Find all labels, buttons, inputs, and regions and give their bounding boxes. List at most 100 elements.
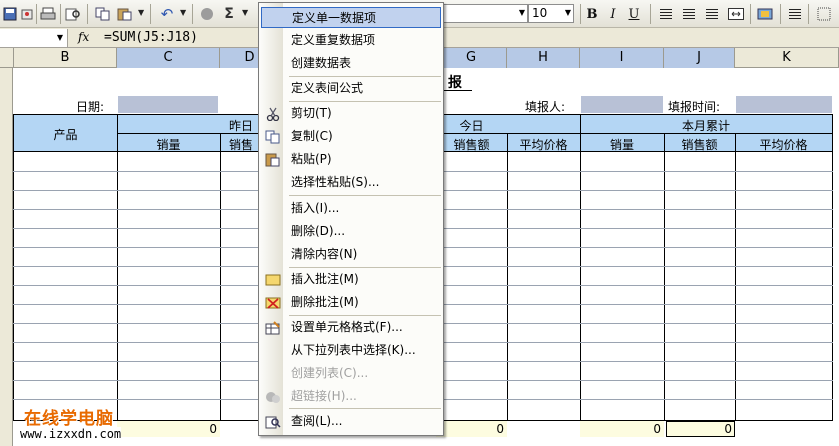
- column-header-j[interactable]: J: [664, 48, 735, 68]
- font-name-box[interactable]: ▼: [444, 4, 528, 23]
- paste-icon: [265, 152, 281, 167]
- menu-create-datatable[interactable]: 创建数据表: [261, 53, 441, 74]
- align-left-icon[interactable]: [657, 5, 675, 23]
- reporter-label: 填报人:: [525, 100, 566, 114]
- menu-paste[interactable]: 粘贴(P): [261, 149, 441, 170]
- context-menu: 定义单一数据项 定义重复数据项 创建数据表 定义表间公式 剪切(T) 复制(C)…: [258, 2, 444, 436]
- menu-item-label: 定义表间公式: [291, 81, 364, 95]
- column-header-c[interactable]: C: [117, 48, 220, 68]
- scissors-icon: [265, 106, 281, 121]
- menu-item-label: 创建列表(C)...: [291, 366, 369, 380]
- report-time-input-cell[interactable]: [736, 96, 832, 113]
- format-cells-icon: [265, 320, 281, 335]
- menu-delete[interactable]: 删除(D)...: [261, 221, 441, 242]
- menu-separator: [289, 408, 441, 409]
- menu-separator: [289, 101, 441, 102]
- copy-icon: [265, 129, 281, 144]
- merge-center-icon[interactable]: [727, 5, 745, 23]
- save-icon[interactable]: [1, 5, 19, 23]
- undo-icon[interactable]: ↶: [158, 5, 176, 23]
- menu-separator: [289, 315, 441, 316]
- paste-icon[interactable]: [116, 5, 134, 23]
- borders-icon[interactable]: [815, 5, 833, 23]
- menu-paste-special[interactable]: 选择性粘贴(S)...: [261, 172, 441, 193]
- delete-comment-icon: [265, 295, 281, 310]
- report-time-label: 填报时间:: [668, 100, 721, 114]
- formula-input[interactable]: =SUM(J5:J18): [104, 30, 198, 45]
- menu-insert[interactable]: 插入(I)...: [261, 198, 441, 219]
- align-center-icon[interactable]: [680, 5, 698, 23]
- table-divider-j: [664, 133, 665, 421]
- menu-define-inter-table-formula[interactable]: 定义表间公式: [261, 78, 441, 99]
- menu-define-repeat-item[interactable]: 定义重复数据项: [261, 30, 441, 51]
- menu-insert-comment[interactable]: 插入批注(M): [261, 269, 441, 290]
- menu-lookup[interactable]: 查阅(L)...: [261, 411, 441, 432]
- currency-icon[interactable]: [756, 5, 774, 23]
- menu-delete-comment[interactable]: 删除批注(M): [261, 292, 441, 313]
- date-input-cell[interactable]: [118, 96, 218, 113]
- report-title: 报: [448, 75, 462, 91]
- chevron-down-icon[interactable]: ▼: [57, 33, 63, 42]
- menu-item-label: 从下拉列表中选择(K)...: [291, 343, 416, 357]
- table-divider-k: [735, 133, 736, 421]
- autosum-icon[interactable]: Σ: [220, 5, 238, 23]
- insert-comment-icon: [265, 272, 281, 287]
- column-header-i[interactable]: I: [580, 48, 664, 68]
- column-header-h[interactable]: H: [507, 48, 580, 68]
- decrease-indent-icon[interactable]: [786, 5, 804, 23]
- bold-button[interactable]: B: [583, 5, 601, 23]
- align-right-icon[interactable]: [703, 5, 721, 23]
- table-border-right: [832, 114, 833, 421]
- reporter-input-cell[interactable]: [581, 96, 663, 113]
- menu-item-label: 超链接(H)...: [291, 389, 357, 403]
- underline-button[interactable]: U: [625, 5, 643, 23]
- menu-cut[interactable]: 剪切(T): [261, 103, 441, 124]
- menu-separator: [289, 195, 441, 196]
- undo-dropdown-icon[interactable]: ▼: [180, 8, 186, 17]
- menu-separator: [289, 76, 441, 77]
- menu-define-single-item[interactable]: 定义单一数据项: [261, 7, 441, 28]
- permission-icon[interactable]: [18, 5, 36, 23]
- italic-button[interactable]: I: [604, 5, 622, 23]
- table-divider-h: [507, 133, 508, 421]
- yesterday-header: 昨日: [228, 119, 253, 133]
- copy-icon[interactable]: [94, 5, 112, 23]
- total-value-c: 0: [209, 422, 217, 436]
- menu-copy[interactable]: 复制(C): [261, 126, 441, 147]
- date-label: 日期:: [76, 100, 105, 114]
- menu-item-label: 删除批注(M): [291, 295, 359, 309]
- menu-item-label: 定义单一数据项: [292, 11, 377, 25]
- font-size-box[interactable]: 10 ▼: [528, 4, 574, 23]
- month-header: 本月累计: [681, 119, 730, 133]
- lookup-icon: [265, 414, 281, 429]
- font-size-value: 10: [532, 6, 548, 20]
- column-header-k[interactable]: K: [735, 48, 839, 68]
- row-headers[interactable]: [0, 68, 13, 446]
- menu-item-label: 剪切(T): [291, 106, 332, 120]
- menu-format-cells[interactable]: 设置单元格格式(F)...: [261, 317, 441, 338]
- menu-hyperlink[interactable]: 超链接(H)...: [261, 386, 441, 407]
- menu-clear-contents[interactable]: 清除内容(N): [261, 244, 441, 265]
- menu-pick-from-list[interactable]: 从下拉列表中选择(K)...: [261, 340, 441, 361]
- paste-dropdown-icon[interactable]: ▼: [138, 8, 144, 17]
- watermark-url: www.izxxdn.com: [20, 427, 122, 441]
- column-header-g[interactable]: G: [436, 48, 507, 68]
- menu-item-label: 删除(D)...: [291, 224, 346, 238]
- menu-create-list[interactable]: 创建列表(C)...: [261, 363, 441, 384]
- menu-item-label: 粘贴(P): [291, 152, 332, 166]
- table-border-mid: [117, 133, 833, 134]
- menu-item-label: 定义重复数据项: [291, 33, 376, 47]
- research-icon[interactable]: [64, 5, 82, 23]
- select-all-corner[interactable]: [0, 48, 14, 68]
- autosum-dropdown-icon[interactable]: ▼: [242, 8, 248, 17]
- menu-item-label: 选择性粘贴(S)...: [291, 175, 380, 189]
- product-header: 产品: [53, 128, 78, 142]
- name-box[interactable]: ▼: [0, 29, 68, 47]
- total-value-j: 0: [724, 422, 732, 436]
- table-border-left: [13, 114, 14, 421]
- insert-function-icon[interactable]: fx: [78, 30, 89, 44]
- column-header-b[interactable]: B: [14, 48, 117, 68]
- print-icon[interactable]: [39, 5, 57, 23]
- hyperlink-toolbar-icon[interactable]: [198, 5, 216, 23]
- menu-item-label: 插入(I)...: [291, 201, 340, 215]
